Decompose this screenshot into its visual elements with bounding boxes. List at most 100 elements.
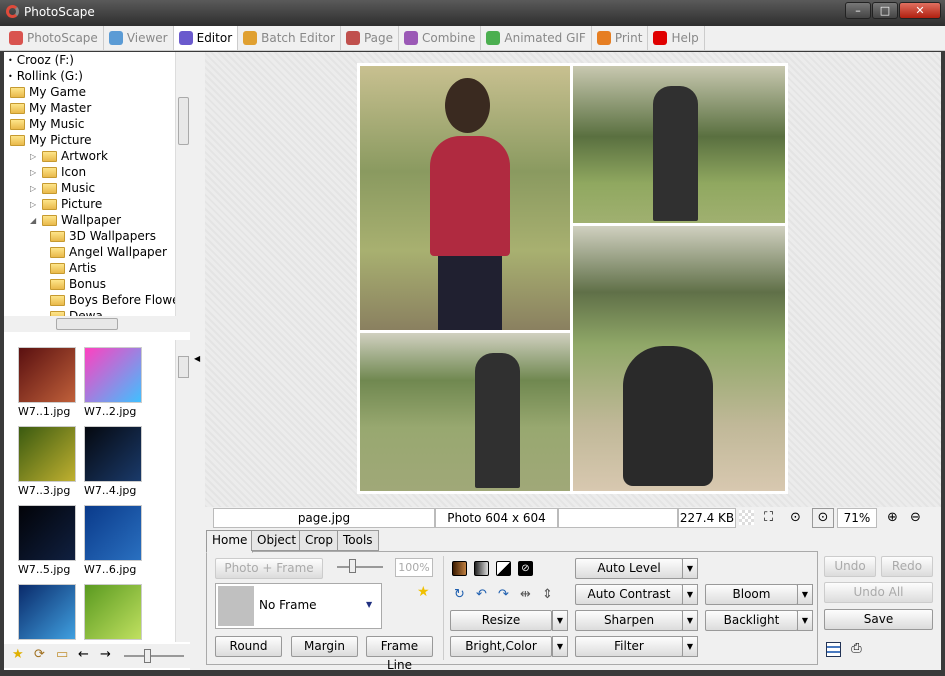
thumbnail[interactable] xyxy=(84,584,142,640)
tab-combine[interactable]: Combine xyxy=(399,26,482,50)
resize-dropdown[interactable]: ▼ xyxy=(552,610,568,631)
tree-item[interactable]: My Music xyxy=(10,117,84,131)
tree-item[interactable]: My Master xyxy=(10,101,91,115)
expand-toggle-icon[interactable]: ▷ xyxy=(30,152,38,161)
thumbnail[interactable] xyxy=(18,584,76,640)
tab-print[interactable]: Print xyxy=(592,26,649,50)
tree-item[interactable]: ▷ Picture xyxy=(30,197,102,211)
frame-select[interactable]: No Frame ▼ xyxy=(215,583,382,629)
photo-cell-3[interactable] xyxy=(573,226,785,491)
undo-all-button[interactable]: Undo All xyxy=(824,582,933,603)
auto-contrast-dropdown[interactable]: ▼ xyxy=(682,584,698,605)
auto-level-dropdown[interactable]: ▼ xyxy=(682,558,698,579)
thumbnail[interactable] xyxy=(18,347,76,403)
tree-horizontal-scrollbar[interactable] xyxy=(4,316,190,332)
flip-horizontal-icon[interactable]: ⇹ xyxy=(518,587,533,602)
scroll-thumb[interactable] xyxy=(178,97,189,145)
rotate-right-icon[interactable]: ↷ xyxy=(496,587,511,602)
print-icon[interactable]: ⎙ xyxy=(849,641,864,656)
rotate-icon[interactable]: ↻ xyxy=(452,587,467,602)
scroll-thumb[interactable] xyxy=(178,356,189,378)
transparency-icon[interactable] xyxy=(739,510,754,525)
tab-help[interactable]: Help xyxy=(648,26,705,50)
favorite-star-icon[interactable]: ★ xyxy=(417,584,430,600)
tree-item[interactable]: My Picture xyxy=(10,133,92,147)
flip-vertical-icon[interactable]: ⇕ xyxy=(540,587,555,602)
photo-cell-4[interactable] xyxy=(360,333,570,491)
negative-icon[interactable]: ⊘ xyxy=(518,561,533,576)
zoom-fit-icon[interactable]: ⊙ xyxy=(812,508,834,528)
back-arrow-icon[interactable]: ← xyxy=(78,647,89,662)
sharpen-button[interactable]: Sharpen xyxy=(575,610,683,631)
thumbnail[interactable] xyxy=(18,505,76,561)
undo-button[interactable]: Undo xyxy=(824,556,876,577)
folder-open-icon[interactable]: ▭ xyxy=(56,647,68,662)
resize-button[interactable]: Resize xyxy=(450,610,552,631)
margin-button[interactable]: Margin xyxy=(291,636,358,657)
rotate-left-icon[interactable]: ↶ xyxy=(474,587,489,602)
bloom-button[interactable]: Bloom xyxy=(705,584,798,605)
expand-toggle-icon[interactable]: ▷ xyxy=(30,200,38,209)
black-white-icon[interactable] xyxy=(496,561,511,576)
auto-level-button[interactable]: Auto Level xyxy=(575,558,683,579)
photo-collage[interactable] xyxy=(357,63,788,494)
auto-contrast-button[interactable]: Auto Contrast xyxy=(575,584,683,605)
tree-item[interactable]: ◢ Wallpaper xyxy=(30,213,121,227)
fit-screen-icon[interactable]: ⛶ xyxy=(761,510,776,525)
tree-item[interactable]: • Crooz (F:) xyxy=(8,53,74,67)
expand-toggle-icon[interactable]: ◢ xyxy=(30,216,38,225)
expand-toggle-icon[interactable]: ▷ xyxy=(30,184,38,193)
photo-cell-2[interactable] xyxy=(573,66,785,223)
thumbnail[interactable] xyxy=(18,426,76,482)
filter-dropdown[interactable]: ▼ xyxy=(682,636,698,657)
photo-cell-1[interactable] xyxy=(360,66,570,330)
zoom-in-icon[interactable]: ⊕ xyxy=(885,510,900,525)
round-button[interactable]: Round xyxy=(215,636,282,657)
tree-item[interactable]: Bonus xyxy=(50,277,106,291)
tab-batch-editor[interactable]: Batch Editor xyxy=(238,26,341,50)
sepia-icon[interactable] xyxy=(452,561,467,576)
thumbnail-scrollbar[interactable] xyxy=(175,340,190,642)
scroll-thumb[interactable] xyxy=(56,318,118,330)
zoom-out-icon[interactable]: ⊖ xyxy=(908,510,923,525)
close-button[interactable]: ✕ xyxy=(899,2,941,19)
tree-item[interactable]: • Rollink (G:) xyxy=(8,69,83,83)
tree-item[interactable]: Dewa xyxy=(50,309,103,316)
slider-handle[interactable] xyxy=(144,649,151,663)
redo-button[interactable]: Redo xyxy=(881,556,933,577)
sharpen-dropdown[interactable]: ▼ xyxy=(682,610,698,631)
tree-item[interactable]: My Game xyxy=(10,85,86,99)
tree-item[interactable]: Boys Before Flowe xyxy=(50,293,175,307)
tab-viewer[interactable]: Viewer xyxy=(104,26,174,50)
panel-tab-crop[interactable]: Crop xyxy=(299,530,340,551)
tree-item[interactable]: Artis xyxy=(50,261,96,275)
backlight-dropdown[interactable]: ▼ xyxy=(797,610,813,631)
minimize-button[interactable]: – xyxy=(845,2,871,19)
star-icon[interactable]: ★ xyxy=(12,647,24,662)
panel-tab-object[interactable]: Object xyxy=(251,530,303,551)
tree-item[interactable]: ▷ Artwork xyxy=(30,149,108,163)
save-button[interactable]: Save xyxy=(824,609,933,630)
maximize-button[interactable]: □ xyxy=(872,2,898,19)
bloom-dropdown[interactable]: ▼ xyxy=(797,584,813,605)
grayscale-icon[interactable] xyxy=(474,561,489,576)
tree-item[interactable]: 3D Wallpapers xyxy=(50,229,156,243)
tab-page[interactable]: Page xyxy=(341,26,400,50)
tree-item[interactable]: Angel Wallpaper xyxy=(50,245,167,259)
panel-splitter[interactable]: ◀ xyxy=(190,52,205,670)
refresh-icon[interactable]: ⟳ xyxy=(34,647,45,662)
tree-item[interactable]: ▷ Icon xyxy=(30,165,86,179)
panel-tab-tools[interactable]: Tools xyxy=(337,530,379,551)
frame-line-button[interactable]: Frame Line xyxy=(366,636,433,672)
zoom-level[interactable]: 71% xyxy=(837,508,877,528)
expand-toggle-icon[interactable]: ▷ xyxy=(30,168,38,177)
tab-animated-gif[interactable]: Animated GIF xyxy=(481,26,592,50)
actual-size-icon[interactable]: ⊙ xyxy=(788,510,803,525)
photo-frame-button[interactable]: Photo + Frame xyxy=(215,558,323,579)
bright-color-dropdown[interactable]: ▼ xyxy=(552,636,568,657)
tab-photoscape[interactable]: PhotoScape xyxy=(4,26,104,50)
thumbnail-size-slider[interactable] xyxy=(124,655,184,657)
thumbnail[interactable] xyxy=(84,347,142,403)
collapse-arrow-icon[interactable]: ◀ xyxy=(194,354,200,363)
thumbnail[interactable] xyxy=(84,426,142,482)
